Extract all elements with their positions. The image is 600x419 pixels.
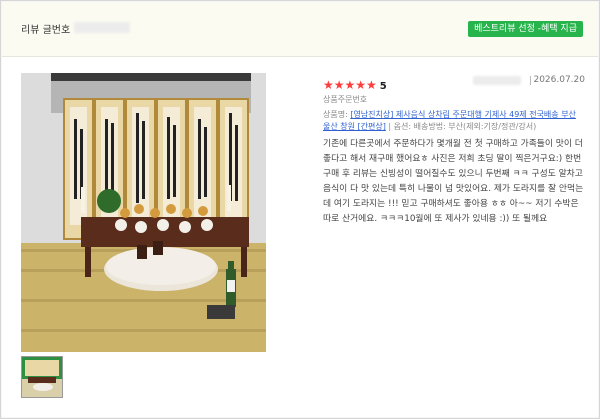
blurred-reviewer-id bbox=[473, 76, 521, 85]
thumbnail-image bbox=[22, 357, 62, 397]
product-label: 상품명: bbox=[323, 110, 348, 119]
review-body: 기존에 다른곳에서 주문하다가 몇개월 전 첫 구매하고 가족들이 맛이 더 좋… bbox=[323, 139, 584, 224]
option-separator: | bbox=[388, 122, 392, 131]
product-row: 상품명: [영남진치상] 제사음식 상차림 주문대행 기제사 49제 전국배송 … bbox=[323, 109, 585, 133]
date-separator bbox=[530, 76, 531, 85]
option-text: 옵션: 배송방법: 부산(제외:기장/정관/강서) bbox=[393, 122, 537, 131]
memorial-table-photo bbox=[21, 73, 266, 352]
review-header: 리뷰 글번호 베스트리뷰 선정 -혜택 지급 bbox=[2, 2, 598, 57]
blurred-review-number bbox=[74, 22, 130, 33]
rating-row: ★★★★★ 5 2026.07.20 bbox=[323, 74, 585, 92]
review-info: ★★★★★ 5 2026.07.20 상품주문번호 상품명: [영남진치상] 제사… bbox=[323, 74, 585, 227]
review-frame: 리뷰 글번호 베스트리뷰 선정 -혜택 지급 ★★★★★ 5 2026.07.2… bbox=[0, 0, 600, 419]
best-review-badge: 베스트리뷰 선정 -혜택 지급 bbox=[468, 21, 583, 37]
order-number-label: 상품주문번호 bbox=[323, 95, 368, 104]
review-photo-thumbnail[interactable] bbox=[21, 356, 63, 398]
review-date: 2026.07.20 bbox=[533, 75, 585, 85]
rating-score: 5 bbox=[379, 81, 387, 92]
review-card: ★★★★★ 5 2026.07.20 상품주문번호 상품명: [영남진치상] 제사… bbox=[2, 57, 598, 417]
review-number-label: 리뷰 글번호 bbox=[21, 25, 71, 36]
order-number-row: 상품주문번호 bbox=[323, 94, 585, 105]
star-rating-icon: ★★★★★ bbox=[323, 78, 377, 92]
review-photo[interactable] bbox=[21, 73, 266, 352]
